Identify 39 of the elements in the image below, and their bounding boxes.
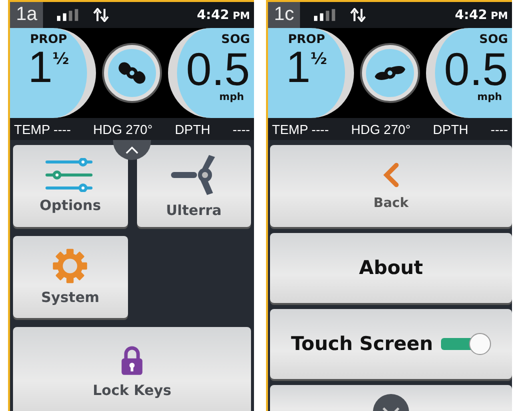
readout-text: DPTH: [174, 122, 210, 136]
unit-label: mph: [219, 92, 244, 104]
gauge-label: PROP: [30, 32, 68, 46]
gauge-label: SOG: [221, 32, 250, 46]
signal-icon: [314, 9, 336, 21]
chevron-left-icon: [382, 162, 400, 188]
menu-button[interactable]: Lock Keys: [13, 327, 251, 411]
gauge-value: 0.5: [186, 46, 250, 92]
up-down-arrows-icon: [93, 8, 110, 22]
readout-text: ----: [232, 122, 250, 136]
readout-text: TEMP ----: [14, 122, 71, 136]
readout-text: DPTH: [432, 122, 468, 136]
up-down-arrows-icon: [350, 8, 366, 22]
clock-time: 4:42 PM: [196, 8, 250, 22]
menu-button[interactable]: About: [270, 233, 512, 303]
propeller-button[interactable]: [104, 45, 160, 101]
screen-badge: 1a: [10, 2, 44, 28]
propeller-button[interactable]: [362, 45, 418, 101]
padlock-icon: [119, 345, 145, 377]
unit-label: mph: [477, 92, 502, 104]
menu-button[interactable]: System: [13, 236, 128, 318]
readout-text: ----: [490, 122, 508, 136]
menu-button[interactable]: Touch Screen: [270, 309, 512, 379]
gauge-value: 0.5: [444, 46, 508, 92]
signal-icon: [57, 9, 80, 21]
readout-text: HDG 270°: [93, 122, 153, 136]
toggle-switch[interactable]: [441, 333, 492, 355]
gauge-label: SOG: [479, 32, 508, 46]
caret-up-icon: [125, 146, 139, 154]
menu-button[interactable]: Options: [13, 145, 128, 227]
readout-text: TEMP ----: [272, 122, 329, 136]
readout-text: HDG 270°: [351, 122, 411, 136]
gauge-label: PROP: [288, 32, 326, 46]
gear-icon: [52, 248, 88, 284]
menu-button[interactable]: Ulterra: [136, 145, 251, 227]
screen-badge: 1c: [268, 2, 300, 28]
back-button[interactable]: Back: [270, 145, 512, 227]
sliders-icon: [45, 158, 96, 192]
clock-time: 4:42 PM: [454, 8, 508, 22]
